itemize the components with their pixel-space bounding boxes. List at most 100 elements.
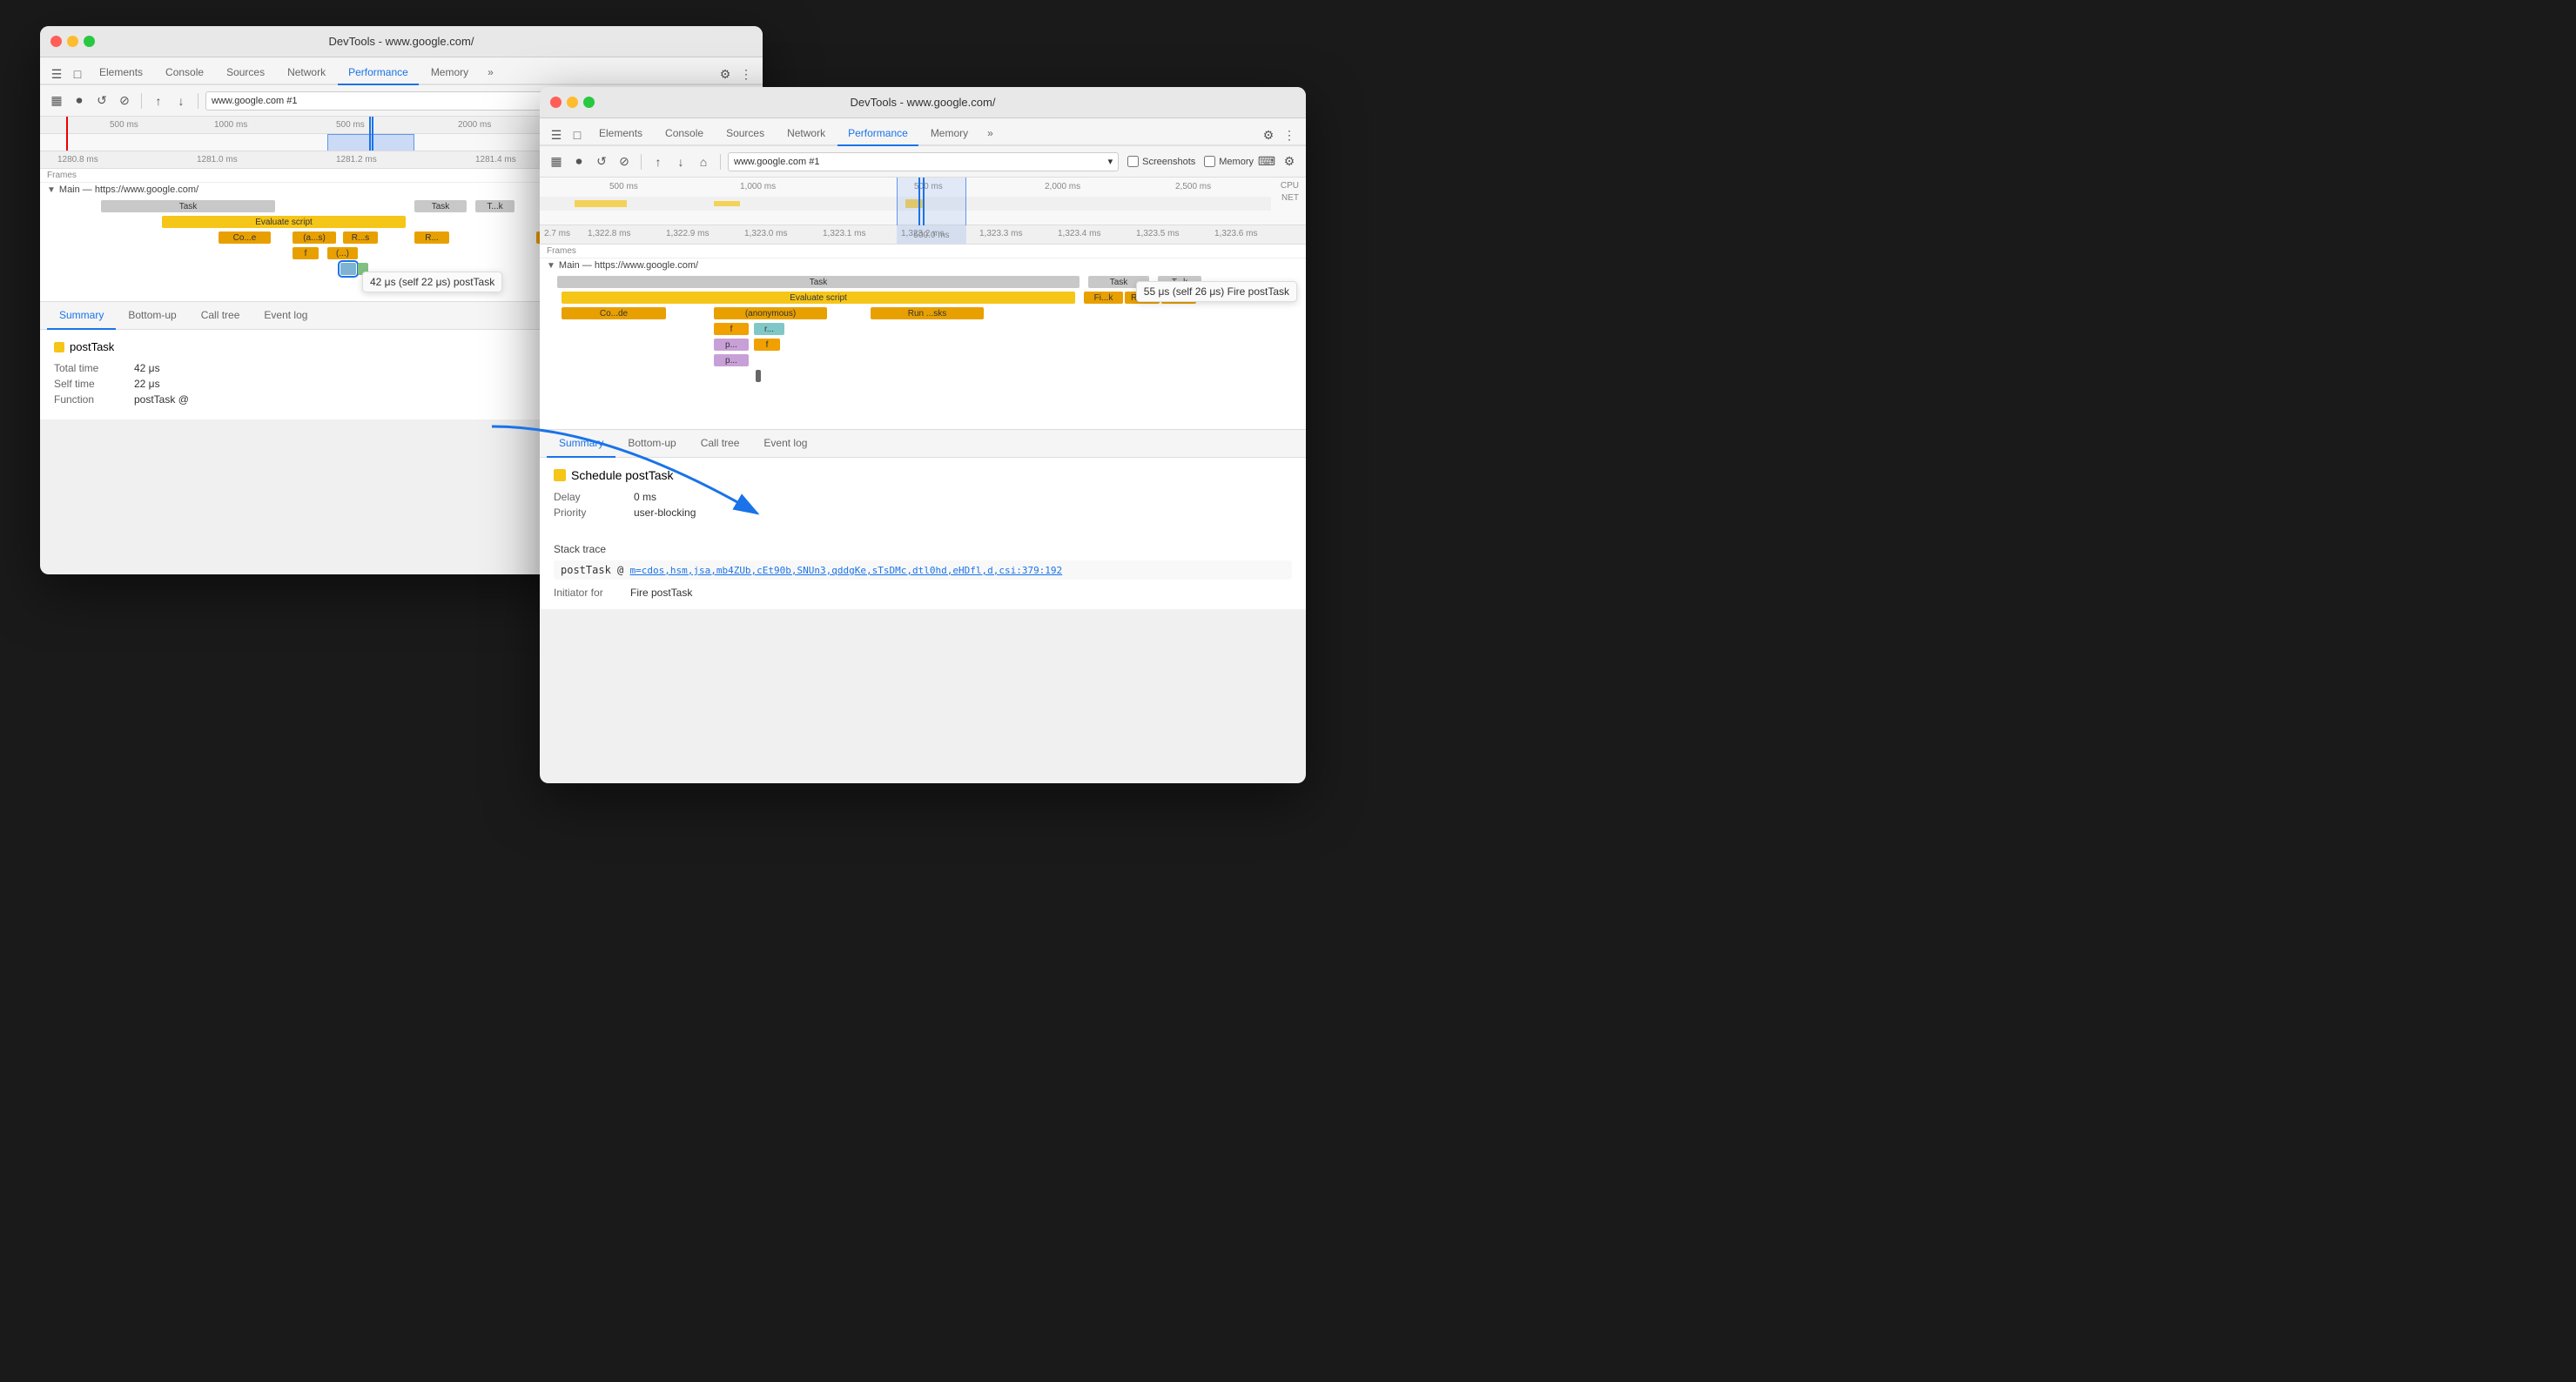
- sub-task-as-1[interactable]: (a...s): [293, 231, 336, 244]
- tab-bottomup-2[interactable]: Bottom-up: [615, 430, 688, 458]
- task-bar-3[interactable]: T...k: [475, 200, 515, 212]
- run-sks-bar-2[interactable]: Run ...sks: [871, 307, 984, 319]
- delay-value-2: 0 ms: [634, 491, 656, 503]
- flame-chart-2: ▼ Main — https://www.google.com/ Task Ta…: [540, 258, 1306, 429]
- summary-task-name-1: postTask: [70, 340, 114, 353]
- tab-calltree-1[interactable]: Call tree: [189, 302, 252, 330]
- cpu-bar-2: [714, 201, 740, 206]
- record-icon-2[interactable]: ⏺: [569, 152, 589, 171]
- tab-memory-1[interactable]: Memory: [420, 61, 479, 85]
- dr-1323-6: 1,323.6 ms: [1214, 229, 1257, 238]
- more-icon-2[interactable]: ⋮: [1280, 125, 1299, 144]
- sub-task-rs-1[interactable]: R...s: [343, 231, 378, 244]
- settings-icon-1[interactable]: ⚙: [716, 64, 735, 84]
- tab-elements-2[interactable]: Elements: [589, 122, 653, 146]
- tab-sources-2[interactable]: Sources: [716, 122, 775, 146]
- tab-bottomup-1[interactable]: Bottom-up: [116, 302, 188, 330]
- sub-task-r-1[interactable]: R...: [414, 231, 449, 244]
- f-bar-2a[interactable]: f: [714, 323, 749, 335]
- stack-link-2[interactable]: m=cdos,hsm,jsa,mb4ZUb,cEt90b,SNUn3,qddgK…: [629, 565, 1062, 576]
- tab-calltree-2[interactable]: Call tree: [689, 430, 752, 458]
- url-bar-2[interactable]: www.google.com #1 ▾: [728, 152, 1119, 171]
- dr-1323-0: 1,323.0 ms: [744, 229, 787, 238]
- triangle-icon-2: ▼: [547, 261, 555, 271]
- task-bar-2[interactable]: Task: [414, 200, 467, 212]
- blue-mark-2a: [918, 178, 920, 225]
- download-icon-2[interactable]: ↓: [671, 152, 690, 171]
- eval-script-bar-2[interactable]: Evaluate script: [562, 292, 1075, 304]
- keyboard-icon-2[interactable]: ⌨: [1257, 152, 1276, 171]
- sub-task-f-1[interactable]: f: [293, 247, 319, 259]
- f-bar-2b[interactable]: f: [754, 339, 780, 351]
- device-icon-2[interactable]: □: [568, 125, 587, 144]
- clear-icon-1[interactable]: ⊘: [115, 91, 134, 111]
- tab-performance-2[interactable]: Performance: [837, 122, 918, 146]
- eval-script-bar-1[interactable]: Evaluate script: [162, 216, 406, 228]
- tab-sources-1[interactable]: Sources: [216, 61, 275, 85]
- tab-elements-1[interactable]: Elements: [89, 61, 153, 85]
- tab-summary-1[interactable]: Summary: [47, 302, 116, 330]
- code-bar-2[interactable]: Co...de: [562, 307, 666, 319]
- title-bar-2: DevTools - www.google.com/: [540, 87, 1306, 118]
- dropdown-icon-2[interactable]: ▾: [1108, 156, 1113, 167]
- panel-icon-1[interactable]: ☰: [47, 64, 66, 84]
- tab-summary-2[interactable]: Summary: [547, 430, 615, 458]
- r-bar-2[interactable]: r...: [754, 323, 784, 335]
- clear-icon-2[interactable]: ⊘: [615, 152, 634, 171]
- settings-icon-2b[interactable]: ⚙: [1280, 152, 1299, 171]
- total-time-label-1: Total time: [54, 362, 124, 374]
- task-bar-2a[interactable]: Task: [557, 276, 1079, 288]
- fi-bar-2[interactable]: Fi...k: [1084, 292, 1123, 304]
- p-bar-2b[interactable]: p...: [714, 354, 749, 366]
- anon-bar-2[interactable]: (anonymous): [714, 307, 827, 319]
- tab-console-2[interactable]: Console: [655, 122, 714, 146]
- p-bar-2a[interactable]: p...: [714, 339, 749, 351]
- settings-icon-2[interactable]: ⚙: [1259, 125, 1278, 144]
- upload-icon-2[interactable]: ↑: [649, 152, 668, 171]
- device-icon-1[interactable]: □: [68, 64, 87, 84]
- minimize-button-1[interactable]: [67, 36, 78, 47]
- close-button-1[interactable]: [50, 36, 62, 47]
- upload-icon-1[interactable]: ↑: [149, 91, 168, 111]
- self-time-label-1: Self time: [54, 378, 124, 390]
- task-bar-1[interactable]: Task: [101, 200, 275, 212]
- stack-trace-label-2: Stack trace: [554, 543, 1292, 555]
- minimize-button-2[interactable]: [567, 97, 578, 108]
- tab-eventlog-2[interactable]: Event log: [751, 430, 819, 458]
- sub-task-dots-1[interactable]: (...): [327, 247, 358, 259]
- reload-icon-2[interactable]: ↺: [592, 152, 611, 171]
- overview-bar-2[interactable]: CPU NET 500 ms 1,000 ms 500 ms 2,000 ms …: [540, 178, 1306, 225]
- title-bar-1: DevTools - www.google.com/: [40, 26, 763, 57]
- tab-memory-2[interactable]: Memory: [920, 122, 979, 146]
- screenshots-checkbox-2[interactable]: Screenshots: [1127, 156, 1195, 167]
- tab-more-2[interactable]: »: [980, 122, 1000, 144]
- tab-network-1[interactable]: Network: [277, 61, 336, 85]
- maximize-button-2[interactable]: [583, 97, 595, 108]
- selected-bar-1[interactable]: [340, 263, 356, 275]
- memory-checkbox-2[interactable]: Memory: [1204, 156, 1254, 167]
- reload-icon-1[interactable]: ↺: [92, 91, 111, 111]
- record-icon-1[interactable]: ⏺: [70, 91, 89, 111]
- tab-more-1[interactable]: »: [481, 61, 501, 84]
- tab-performance-1[interactable]: Performance: [338, 61, 419, 85]
- tab-network-2[interactable]: Network: [777, 122, 836, 146]
- panel-icon-2[interactable]: ☰: [547, 125, 566, 144]
- panel-layout-icon-1[interactable]: ▦: [47, 91, 66, 111]
- sub-task-coee-1[interactable]: Co...e: [219, 231, 271, 244]
- summary-color-dot-2: [554, 469, 566, 481]
- memory-label-2: Memory: [1219, 157, 1254, 167]
- panel-layout-icon-2[interactable]: ▦: [547, 152, 566, 171]
- close-button-2[interactable]: [550, 97, 562, 108]
- download-icon-1[interactable]: ↓: [172, 91, 191, 111]
- overview-selection-2[interactable]: [897, 178, 966, 225]
- overview-selection-1[interactable]: [327, 134, 414, 151]
- tab-eventlog-1[interactable]: Event log: [252, 302, 319, 330]
- small-bar-2[interactable]: [756, 370, 761, 382]
- home-icon-2[interactable]: ⌂: [694, 152, 713, 171]
- maximize-button-1[interactable]: [84, 36, 95, 47]
- more-icon-1[interactable]: ⋮: [736, 64, 756, 84]
- initiator-value-2: Fire postTask: [630, 587, 692, 599]
- tab-console-1[interactable]: Console: [155, 61, 214, 85]
- detail-1281-4: 1281.4 ms: [475, 155, 516, 164]
- detail-1281: 1281.0 ms: [197, 155, 238, 164]
